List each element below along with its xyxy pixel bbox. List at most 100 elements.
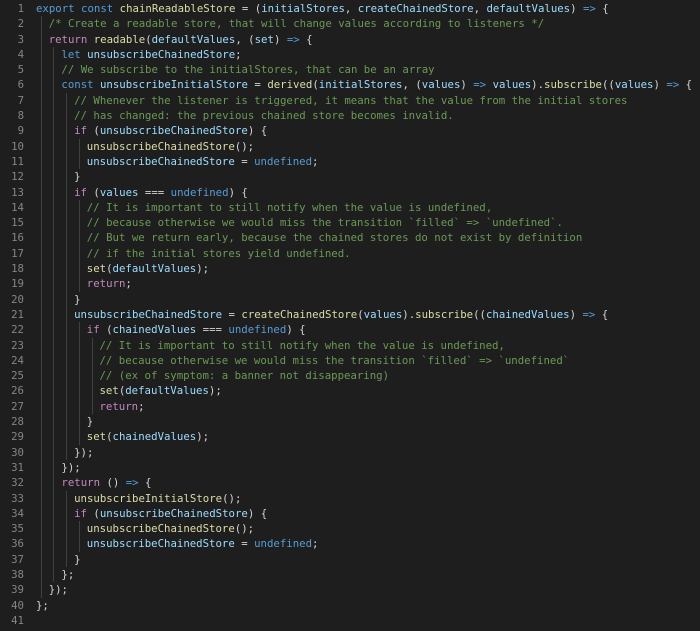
code-token: unsubscribeChainedStore [86,139,235,153]
code-token: ). [402,307,416,321]
indent-guide [53,383,55,399]
code-line[interactable]: 20} [0,291,700,307]
indent-guide [66,276,68,292]
indent-guide [66,108,68,124]
code-line[interactable]: 17 // if the initial stores yield undefin… [0,245,700,262]
indent-guide [66,92,68,109]
code-token: initialStores [318,78,403,92]
code-line[interactable]: 25 // (ex of symptom: a banner not disapp… [0,368,700,384]
code-token: (( [601,78,615,92]
code-token: values [363,307,403,321]
code-line[interactable]: 28} [0,414,700,430]
code-token: readable [93,32,146,46]
code-line[interactable]: 22 if (chainedValues === undefined) { [0,322,700,338]
indent-guide [78,245,80,262]
code-line[interactable]: 24 // because otherwise we would miss the… [0,352,700,369]
code-line[interactable]: 34 if (unsubscribeChainedStore) { [0,505,700,522]
code-line[interactable]: 14 // It is important to still notify whe… [0,199,700,216]
indent-guide [53,230,55,246]
code-line[interactable]: 19 return; [0,276,700,292]
code-token: // has changed: the previous chained sto… [74,109,454,123]
code-text: // It is important to still notify when … [36,199,700,216]
code-line[interactable]: 39}); [0,582,700,598]
line-number: 3 [17,32,24,46]
code-line[interactable]: 32 return () => { [0,475,700,491]
code-token: if [74,185,94,199]
line-number: 41 [11,613,24,627]
code-token: , ( [402,78,422,92]
code-token: ) [653,78,667,92]
code-token: set [86,430,107,444]
line-number: 22 [11,323,24,337]
code-line[interactable]: 40}; [0,598,700,613]
code-line[interactable]: 31}); [0,459,700,476]
code-line[interactable]: 9 if (unsubscribeChainedStore) { [0,123,700,139]
indent-guide [78,337,80,353]
code-line[interactable]: 33 unsubscribeInitialStore(); [0,490,700,506]
code-line[interactable]: 37} [0,551,700,567]
code-token: set [254,32,274,46]
indent-guide [40,184,42,200]
code-line[interactable]: 29 set(chainedValues); [0,429,700,445]
line-number: 14 [11,200,24,214]
code-token: undefined [254,537,313,551]
code-line[interactable]: 18 set(defaultValues); [0,261,700,277]
code-text: set(chainedValues); [36,429,700,445]
code-line[interactable]: 16 // But we return early, because the ch… [0,230,700,246]
indent-guide [91,337,93,353]
code-line[interactable]: 8 // has changed: the previous chained st… [0,108,700,124]
indent-guide [40,505,42,522]
code-line[interactable]: 35 unsubscribeChainedStore(); [0,521,700,537]
indent-guide [40,551,42,567]
code-token: // It is important to still notify when … [86,200,493,214]
code-token: => [286,32,300,46]
code-line[interactable]: 26 set(defaultValues); [0,383,700,399]
indent-guide [53,199,55,216]
line-number: 9 [17,124,24,138]
code-text: return () => { [36,475,700,491]
code-line[interactable]: 11 unsubscribeChainedStore = undefined; [0,153,700,170]
code-line[interactable]: 38}; [0,566,700,583]
code-line[interactable]: 4 let unsubscribeChainedStore; [0,46,700,63]
indent-guide [53,169,55,185]
code-line[interactable]: 7 // Whenever the listener is triggered, … [0,92,700,109]
line-number: 37 [11,552,24,566]
code-line[interactable]: 5 // We subscribe to the initialStores, t… [0,62,700,78]
indent-guide [53,352,55,369]
code-token: ) [460,78,474,92]
code-line[interactable]: 13 if (values === undefined) { [0,184,700,200]
code-line[interactable]: 1 export const chainReadableStore = (init… [0,1,700,16]
indent-guide [40,490,42,506]
code-token: // Whenever the listener is triggered, i… [74,93,628,107]
code-line[interactable]: 27 return; [0,398,700,415]
code-line[interactable]: 12} [0,169,700,185]
code-token: === [138,185,171,199]
indent-guide [53,521,55,537]
code-token: chainedValues [485,307,570,321]
indent-guide [66,398,68,415]
indent-guide [78,398,80,415]
code-editor[interactable]: 1 export const chainReadableStore = (init… [0,0,700,631]
code-token: , [473,2,487,15]
indent-guide [40,322,42,338]
code-line[interactable]: 36 unsubscribeChainedStore = undefined; [0,536,700,552]
code-text: }; [36,566,700,583]
code-line[interactable]: 21 unsubscribeChainedStore = createChaine… [0,306,700,323]
code-line[interactable]: 10 unsubscribeChainedStore(); [0,138,700,154]
code-line[interactable]: 23 // It is important to still notify whe… [0,337,700,353]
code-token: let [61,47,88,61]
code-line[interactable]: 41 [0,613,700,628]
indent-guide [78,383,80,399]
code-line[interactable]: 15 // because otherwise we would miss the… [0,215,700,231]
code-line[interactable]: 30}); [0,444,700,460]
indent-guide [53,291,55,307]
code-text: set(defaultValues); [36,261,700,277]
indent-guide [40,169,42,185]
code-line[interactable]: 3 return readable(defaultValues, (set) =>… [0,31,700,47]
code-line[interactable]: 6 const unsubscribeInitialStore = derived… [0,77,700,93]
indent-guide [40,199,42,216]
code-line[interactable]: 2 /* Create a readable store, that will c… [0,16,700,32]
code-token: = [234,537,255,551]
line-number: 24 [11,353,24,367]
indent-guide [53,398,55,415]
